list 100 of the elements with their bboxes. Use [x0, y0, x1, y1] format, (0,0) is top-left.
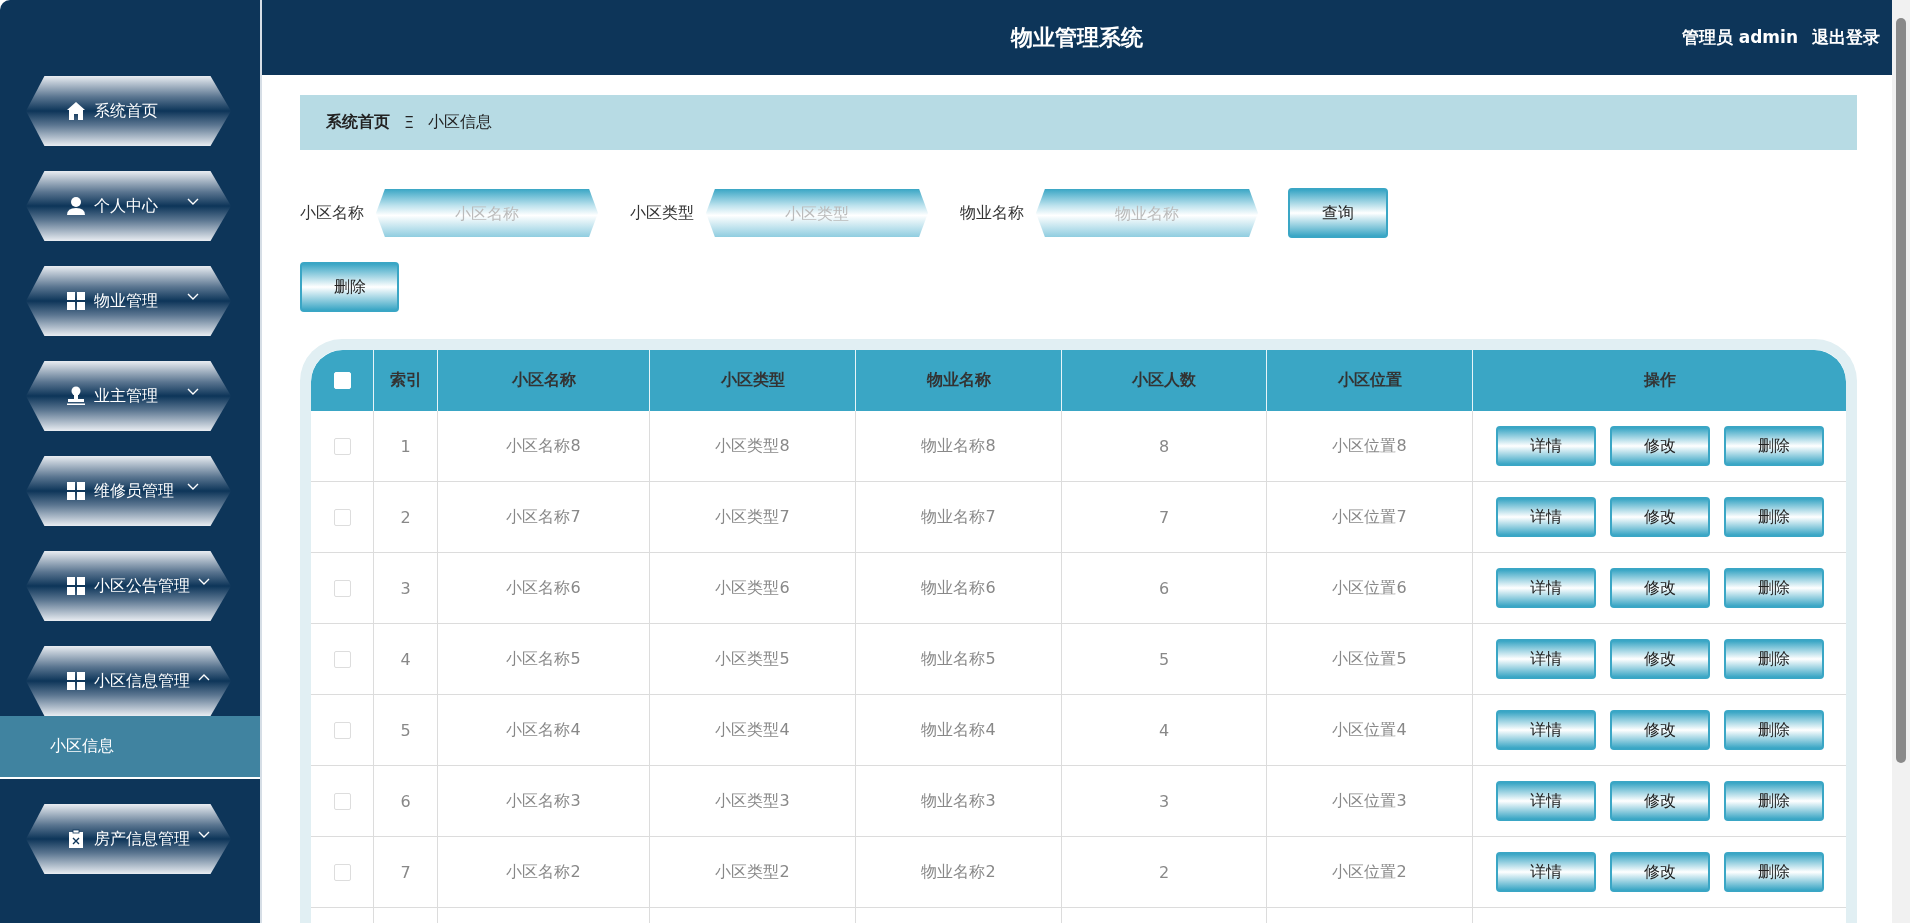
- submenu-item[interactable]: 小区信息: [0, 716, 260, 779]
- stamp-icon: [66, 386, 86, 406]
- table-cell: 小区类型8: [650, 411, 856, 481]
- row-action-button[interactable]: 修改: [1609, 426, 1710, 466]
- table-cell: 小区名称4: [438, 695, 650, 765]
- row-action-button[interactable]: 删除: [1723, 781, 1824, 821]
- sidebar-menu-item[interactable]: 个人中心: [26, 171, 231, 241]
- sidebar-menu-item[interactable]: 维修员管理: [26, 456, 231, 526]
- table-cell: 小区位置6: [1267, 553, 1473, 623]
- table-cell: 小区位置2: [1267, 837, 1473, 907]
- breadcrumb-link[interactable]: 系统首页: [326, 112, 390, 133]
- table-cell: 小区类型5: [650, 624, 856, 694]
- row-action-button[interactable]: 详情: [1495, 568, 1596, 608]
- table-cell: 小区名称6: [438, 553, 650, 623]
- row-action-button[interactable]: 详情: [1495, 426, 1596, 466]
- table-cell: 6: [374, 766, 438, 836]
- app-title: 物业管理系统: [1011, 23, 1143, 52]
- chevron-down-icon: [187, 388, 199, 396]
- search-field[interactable]: 小区类型: [706, 189, 928, 237]
- table-cell: 小区位置4: [1267, 695, 1473, 765]
- search-field[interactable]: 物业名称: [1036, 189, 1258, 237]
- table-cell: 7: [1062, 482, 1267, 552]
- row-action-button[interactable]: 删除: [1723, 852, 1824, 892]
- sidebar-menu-item[interactable]: 系统首页: [26, 76, 231, 146]
- row-action-button[interactable]: 删除: [1723, 497, 1824, 537]
- table-cell: 小区位置7: [1267, 482, 1473, 552]
- grid-icon: [66, 481, 86, 501]
- table-cell: 5: [374, 695, 438, 765]
- table-cell: 小区类型6: [650, 553, 856, 623]
- row-checkbox[interactable]: [333, 437, 351, 455]
- table-cell: 小区类型4: [650, 695, 856, 765]
- column-header: 索引: [374, 350, 438, 411]
- breadcrumb-current: 小区信息: [428, 112, 493, 133]
- row-action-button[interactable]: 修改: [1609, 852, 1710, 892]
- logout-link[interactable]: 退出登录: [1812, 26, 1880, 49]
- chevron-down-icon: [198, 578, 210, 586]
- sidebar-menu-item[interactable]: 物业管理: [26, 266, 231, 336]
- row-action-button[interactable]: 详情: [1495, 639, 1596, 679]
- row-action-button[interactable]: 详情: [1495, 497, 1596, 537]
- scrollbar[interactable]: [1892, 0, 1910, 923]
- row-action-button[interactable]: 修改: [1609, 781, 1710, 821]
- sidebar-menu-item[interactable]: 业主管理: [26, 361, 231, 431]
- user-icon: [66, 196, 86, 216]
- table-cell: 4: [1062, 695, 1267, 765]
- table-cell: 7: [374, 837, 438, 907]
- table-cell: 6: [1062, 553, 1267, 623]
- table-cell: 2: [1062, 837, 1267, 907]
- table-cell: 小区名称3: [438, 766, 650, 836]
- search-field[interactable]: 小区名称: [376, 189, 598, 237]
- row-action-button[interactable]: 详情: [1495, 710, 1596, 750]
- user-label: 管理员 admin: [1681, 26, 1798, 49]
- table-cell: 小区类型7: [650, 482, 856, 552]
- row-action-button[interactable]: 删除: [1723, 568, 1824, 608]
- row-action-button[interactable]: 删除: [1723, 639, 1824, 679]
- sidebar-menu-item[interactable]: 小区公告管理: [26, 551, 231, 621]
- table-cell: 小区名称7: [438, 482, 650, 552]
- chevron-down-icon: [187, 198, 199, 206]
- table-cell: 物业名称5: [856, 624, 1062, 694]
- row-action-button[interactable]: 删除: [1723, 710, 1824, 750]
- field-label: 小区名称: [300, 202, 364, 224]
- table-cell: 物业名称3: [856, 766, 1062, 836]
- table-cell: 8: [1062, 411, 1267, 481]
- table-cell: 3: [374, 553, 438, 623]
- chevron-up-icon: [198, 673, 210, 681]
- table-cell: 小区类型2: [650, 837, 856, 907]
- row-action-button[interactable]: 删除: [1723, 426, 1824, 466]
- row-action-button[interactable]: 修改: [1609, 497, 1710, 537]
- column-header: 小区人数: [1062, 350, 1267, 411]
- row-checkbox[interactable]: [333, 863, 351, 881]
- query-button[interactable]: 查询: [1288, 188, 1388, 238]
- column-header: 物业名称: [856, 350, 1062, 411]
- table-cell: 1: [374, 411, 438, 481]
- row-checkbox[interactable]: [333, 508, 351, 526]
- grid-icon: [66, 291, 86, 311]
- column-header: 操作: [1642, 369, 1677, 391]
- select-all-checkbox[interactable]: [333, 372, 351, 389]
- row-action-button[interactable]: 修改: [1609, 639, 1710, 679]
- table-cell: 物业名称2: [856, 837, 1062, 907]
- row-checkbox[interactable]: [333, 650, 351, 668]
- breadcrumb-separator: Ξ: [404, 113, 415, 132]
- row-checkbox[interactable]: [333, 579, 351, 597]
- table-cell: 3: [1062, 766, 1267, 836]
- table-cell: 物业名称4: [856, 695, 1062, 765]
- column-header: 小区类型: [650, 350, 856, 411]
- grid-icon: [66, 576, 86, 596]
- sidebar-menu-item[interactable]: 房产信息管理: [26, 804, 231, 874]
- field-label: 物业名称: [960, 202, 1024, 224]
- row-checkbox[interactable]: [333, 721, 351, 739]
- table-cell: 小区位置8: [1267, 411, 1473, 481]
- clipboard-icon: [66, 829, 86, 849]
- table-cell: 物业名称8: [856, 411, 1062, 481]
- table-cell: 4: [374, 624, 438, 694]
- row-checkbox[interactable]: [333, 792, 351, 810]
- delete-button[interactable]: 删除: [300, 262, 399, 312]
- row-action-button[interactable]: 详情: [1495, 852, 1596, 892]
- row-action-button[interactable]: 修改: [1609, 568, 1710, 608]
- row-action-button[interactable]: 详情: [1495, 781, 1596, 821]
- sidebar-menu-item[interactable]: 小区信息管理: [26, 646, 231, 716]
- row-action-button[interactable]: 修改: [1609, 710, 1710, 750]
- chevron-down-icon: [187, 293, 199, 301]
